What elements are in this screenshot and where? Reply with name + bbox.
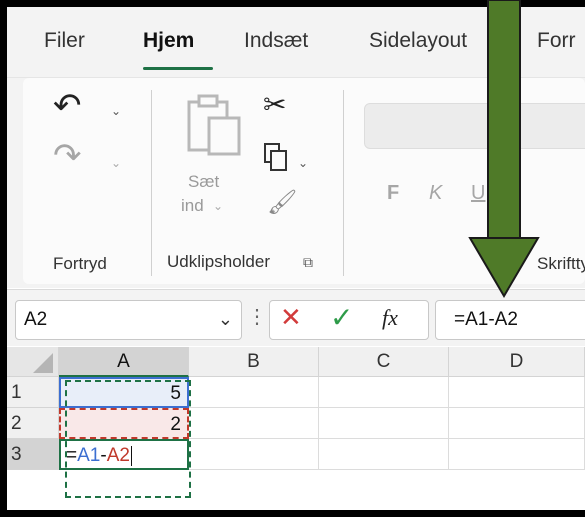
name-box[interactable]: A2 ⌄ bbox=[15, 300, 242, 340]
formula-bar-value: =A1-A2 bbox=[454, 309, 518, 330]
dialog-launcher-icon[interactable]: ⧉ bbox=[303, 254, 313, 271]
excel-window: Filer Hjem Indsæt Sidelayout Forr ↶ ⌄ ↷ … bbox=[7, 7, 585, 510]
text-caret bbox=[130, 445, 132, 466]
copy-icon[interactable] bbox=[263, 142, 289, 172]
cell-d2[interactable] bbox=[449, 408, 585, 439]
ribbon-panel: ↶ ⌄ ↷ ⌄ Fortryd Sæt ind ⌄ ✂ ⌄ 🖌 Udklipsh… bbox=[23, 78, 585, 284]
worksheet-grid: A B C D 1 5 2 2 3 =A1-A2 bbox=[7, 347, 585, 510]
group-separator bbox=[151, 90, 152, 276]
paste-label-line2[interactable]: ind bbox=[181, 196, 204, 216]
bold-button[interactable]: F bbox=[387, 182, 399, 205]
undo-group-label: Fortryd bbox=[53, 254, 107, 273]
tab-hjem[interactable]: Hjem bbox=[143, 29, 194, 53]
cell-d1[interactable] bbox=[449, 377, 585, 408]
column-header-b[interactable]: B bbox=[189, 347, 319, 377]
undo-icon[interactable]: ↶ bbox=[53, 86, 82, 126]
format-painter-icon[interactable]: 🖌 bbox=[267, 188, 297, 217]
redo-icon: ↷ bbox=[53, 137, 82, 175]
column-header-d[interactable]: D bbox=[449, 347, 585, 377]
cell-b2[interactable] bbox=[189, 408, 319, 439]
tab-indsaet[interactable]: Indsæt bbox=[244, 29, 308, 53]
cell-a2[interactable]: 2 bbox=[59, 408, 189, 439]
formula-ref-a2: A2 bbox=[106, 445, 130, 466]
ribbon-tabs: Filer Hjem Indsæt Sidelayout Forr bbox=[7, 7, 585, 77]
tab-formler[interactable]: Forr bbox=[537, 29, 576, 53]
row-header-1[interactable]: 1 bbox=[7, 377, 59, 408]
paste-label-line1[interactable]: Sæt bbox=[188, 172, 219, 192]
italic-button[interactable]: K bbox=[429, 182, 442, 205]
cell-d3[interactable] bbox=[449, 439, 585, 470]
more-options-icon[interactable]: ⋮ bbox=[247, 304, 267, 329]
enter-icon[interactable]: ✓ bbox=[330, 301, 353, 334]
cut-icon[interactable]: ✂ bbox=[263, 88, 286, 121]
font-name-box[interactable] bbox=[364, 103, 585, 149]
cell-b1[interactable] bbox=[189, 377, 319, 408]
cell-b3[interactable] bbox=[189, 439, 319, 470]
column-header-a[interactable]: A bbox=[59, 347, 189, 377]
cell-c1[interactable] bbox=[319, 377, 449, 408]
cancel-icon[interactable]: ✕ bbox=[280, 302, 302, 333]
formula-bar[interactable]: =A1-A2 bbox=[435, 300, 585, 340]
formula-controls: ✕ ✓ fx bbox=[269, 300, 429, 340]
formula-ref-a1: A1 bbox=[77, 445, 101, 466]
formula-eq: = bbox=[66, 445, 78, 466]
column-header-c[interactable]: C bbox=[319, 347, 449, 377]
name-box-value: A2 bbox=[24, 309, 48, 330]
row-header-3[interactable]: 3 bbox=[7, 439, 59, 470]
paste-dropdown-icon[interactable]: ⌄ bbox=[213, 199, 223, 213]
chevron-down-icon[interactable]: ⌄ bbox=[218, 309, 233, 330]
tab-filer[interactable]: Filer bbox=[44, 29, 85, 53]
tab-sidelayout[interactable]: Sidelayout bbox=[369, 29, 467, 53]
cell-c2[interactable] bbox=[319, 408, 449, 439]
underline-button[interactable]: U bbox=[471, 182, 485, 205]
group-separator bbox=[343, 90, 344, 276]
undo-dropdown-icon[interactable]: ⌄ bbox=[111, 104, 121, 118]
row-header-2[interactable]: 2 bbox=[7, 408, 59, 439]
select-all-corner[interactable] bbox=[7, 347, 59, 377]
cell-a3-editing[interactable]: =A1-A2 bbox=[59, 439, 189, 470]
redo-dropdown-icon: ⌄ bbox=[111, 156, 122, 170]
clipboard-group-label: Udklipsholder bbox=[167, 252, 270, 271]
insert-function-icon[interactable]: fx bbox=[382, 305, 398, 331]
cell-a1[interactable]: 5 bbox=[59, 377, 189, 408]
ribbon: ↶ ⌄ ↷ ⌄ Fortryd Sæt ind ⌄ ✂ ⌄ 🖌 Udklipsh… bbox=[7, 77, 585, 288]
font-group-label: Skriftty bbox=[537, 254, 585, 273]
copy-dropdown-icon[interactable]: ⌄ bbox=[298, 156, 308, 170]
paste-icon[interactable] bbox=[183, 92, 243, 156]
cell-c3[interactable] bbox=[319, 439, 449, 470]
formula-row: A2 ⌄ ⋮ ✕ ✓ fx =A1-A2 bbox=[7, 289, 585, 346]
active-tab-indicator bbox=[143, 67, 213, 70]
